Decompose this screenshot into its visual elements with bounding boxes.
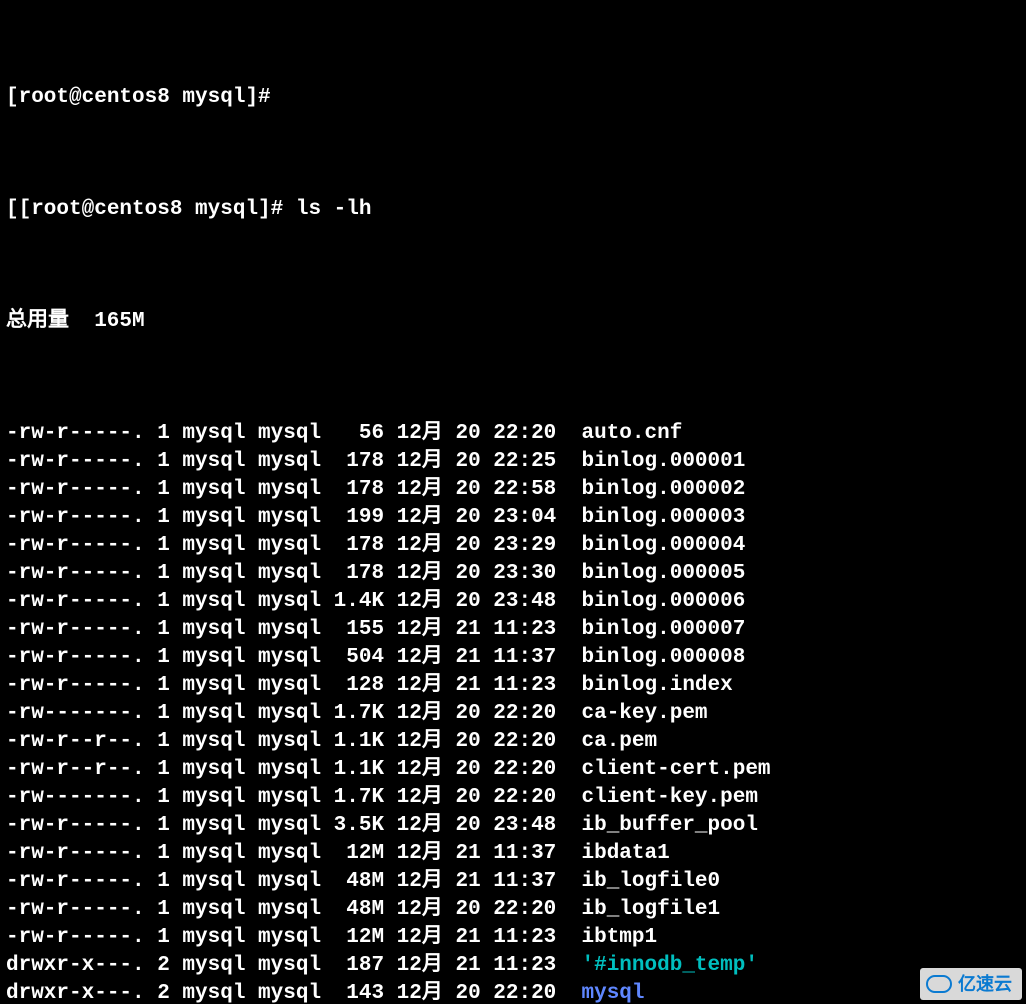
file-name: binlog.000004 [582, 534, 746, 557]
list-item: -rw-r--r--. 1 mysql mysql 1.1K 12月 20 22… [6, 728, 1020, 756]
file-meta: -rw-r-----. 1 mysql mysql 178 12月 20 22:… [6, 450, 582, 473]
file-name: binlog.000008 [582, 646, 746, 669]
file-name: ca-key.pem [582, 702, 708, 725]
file-name: binlog.000007 [582, 618, 746, 641]
file-name: binlog.index [582, 674, 733, 697]
watermark-text: 亿速云 [958, 970, 1012, 998]
file-meta: -rw-r-----. 1 mysql mysql 178 12月 20 23:… [6, 534, 582, 557]
list-item: -rw-r-----. 1 mysql mysql 178 12月 20 23:… [6, 532, 1020, 560]
list-item: -rw-r-----. 1 mysql mysql 199 12月 20 23:… [6, 504, 1020, 532]
list-item: -rw-r-----. 1 mysql mysql 178 12月 20 22:… [6, 448, 1020, 476]
list-item: -rw-r-----. 1 mysql mysql 56 12月 20 22:2… [6, 420, 1020, 448]
file-name: binlog.000006 [582, 590, 746, 613]
list-item: -rw-------. 1 mysql mysql 1.7K 12月 20 22… [6, 700, 1020, 728]
file-meta: -rw-r-----. 1 mysql mysql 48M 12月 20 22:… [6, 898, 582, 921]
file-name: binlog.000001 [582, 450, 746, 473]
file-meta: -rw-r-----. 1 mysql mysql 12M 12月 21 11:… [6, 926, 582, 949]
file-name: ibtmp1 [582, 926, 658, 949]
file-name: client-key.pem [582, 786, 758, 809]
list-item: -rw-r-----. 1 mysql mysql 12M 12月 21 11:… [6, 924, 1020, 952]
file-name: auto.cnf [582, 422, 683, 445]
file-name: ca.pem [582, 730, 658, 753]
file-name: ib_buffer_pool [582, 814, 758, 837]
list-item: -rw-r-----. 1 mysql mysql 12M 12月 21 11:… [6, 840, 1020, 868]
list-item: -rw-------. 1 mysql mysql 1.7K 12月 20 22… [6, 784, 1020, 812]
list-item: -rw-r--r--. 1 mysql mysql 1.1K 12月 20 22… [6, 756, 1020, 784]
file-meta: -rw-------. 1 mysql mysql 1.7K 12月 20 22… [6, 786, 582, 809]
list-item: drwxr-x---. 2 mysql mysql 143 12月 20 22:… [6, 980, 1020, 1004]
file-meta: -rw-r-----. 1 mysql mysql 178 12月 20 23:… [6, 562, 582, 585]
file-meta: -rw-r-----. 1 mysql mysql 3.5K 12月 20 23… [6, 814, 582, 837]
file-meta: drwxr-x---. 2 mysql mysql 143 12月 20 22:… [6, 982, 582, 1004]
list-item: -rw-r-----. 1 mysql mysql 504 12月 21 11:… [6, 644, 1020, 672]
command-line: [[root@centos8 mysql]# ls -lh [6, 196, 1020, 224]
list-item: -rw-r-----. 1 mysql mysql 155 12月 21 11:… [6, 616, 1020, 644]
prompt-line: [root@centos8 mysql]# [6, 84, 1020, 112]
file-meta: -rw-r-----. 1 mysql mysql 199 12月 20 23:… [6, 506, 582, 529]
file-name: ib_logfile1 [582, 898, 721, 921]
file-meta: -rw-r--r--. 1 mysql mysql 1.1K 12月 20 22… [6, 730, 582, 753]
file-name: '#innodb_temp' [582, 954, 758, 977]
file-name: ib_logfile0 [582, 870, 721, 893]
watermark-badge: 亿速云 [920, 968, 1022, 1000]
file-meta: -rw-r-----. 1 mysql mysql 178 12月 20 22:… [6, 478, 582, 501]
command-text: ls -lh [296, 198, 372, 221]
file-name: binlog.000005 [582, 562, 746, 585]
file-meta: drwxr-x---. 2 mysql mysql 187 12月 21 11:… [6, 954, 582, 977]
file-meta: -rw-r-----. 1 mysql mysql 1.4K 12月 20 23… [6, 590, 582, 613]
list-item: -rw-r-----. 1 mysql mysql 128 12月 21 11:… [6, 672, 1020, 700]
file-meta: -rw-r-----. 1 mysql mysql 128 12月 21 11:… [6, 674, 582, 697]
file-meta: -rw-r-----. 1 mysql mysql 48M 12月 21 11:… [6, 870, 582, 893]
total-line: 总用量 165M [6, 308, 1020, 336]
list-item: drwxr-x---. 2 mysql mysql 187 12月 21 11:… [6, 952, 1020, 980]
list-item: -rw-r-----. 1 mysql mysql 3.5K 12月 20 23… [6, 812, 1020, 840]
file-meta: -rw-r--r--. 1 mysql mysql 1.1K 12月 20 22… [6, 758, 582, 781]
file-name: mysql [582, 982, 645, 1004]
file-name: client-cert.pem [582, 758, 771, 781]
file-meta: -rw-r-----. 1 mysql mysql 56 12月 20 22:2… [6, 422, 582, 445]
file-meta: -rw-r-----. 1 mysql mysql 155 12月 21 11:… [6, 618, 582, 641]
list-item: -rw-r-----. 1 mysql mysql 178 12月 20 22:… [6, 476, 1020, 504]
cloud-icon [926, 975, 952, 993]
file-name: binlog.000003 [582, 506, 746, 529]
file-name: binlog.000002 [582, 478, 746, 501]
list-item: -rw-r-----. 1 mysql mysql 1.4K 12月 20 23… [6, 588, 1020, 616]
prompt-prefix: [[root@centos8 mysql]# [6, 198, 296, 221]
file-meta: -rw-r-----. 1 mysql mysql 504 12月 21 11:… [6, 646, 582, 669]
file-meta: -rw-r-----. 1 mysql mysql 12M 12月 21 11:… [6, 842, 582, 865]
list-item: -rw-r-----. 1 mysql mysql 48M 12月 20 22:… [6, 896, 1020, 924]
terminal-output[interactable]: [root@centos8 mysql]# [[root@centos8 mys… [0, 0, 1026, 1004]
file-listing: -rw-r-----. 1 mysql mysql 56 12月 20 22:2… [6, 420, 1020, 1004]
file-meta: -rw-------. 1 mysql mysql 1.7K 12月 20 22… [6, 702, 582, 725]
list-item: -rw-r-----. 1 mysql mysql 178 12月 20 23:… [6, 560, 1020, 588]
list-item: -rw-r-----. 1 mysql mysql 48M 12月 21 11:… [6, 868, 1020, 896]
file-name: ibdata1 [582, 842, 670, 865]
